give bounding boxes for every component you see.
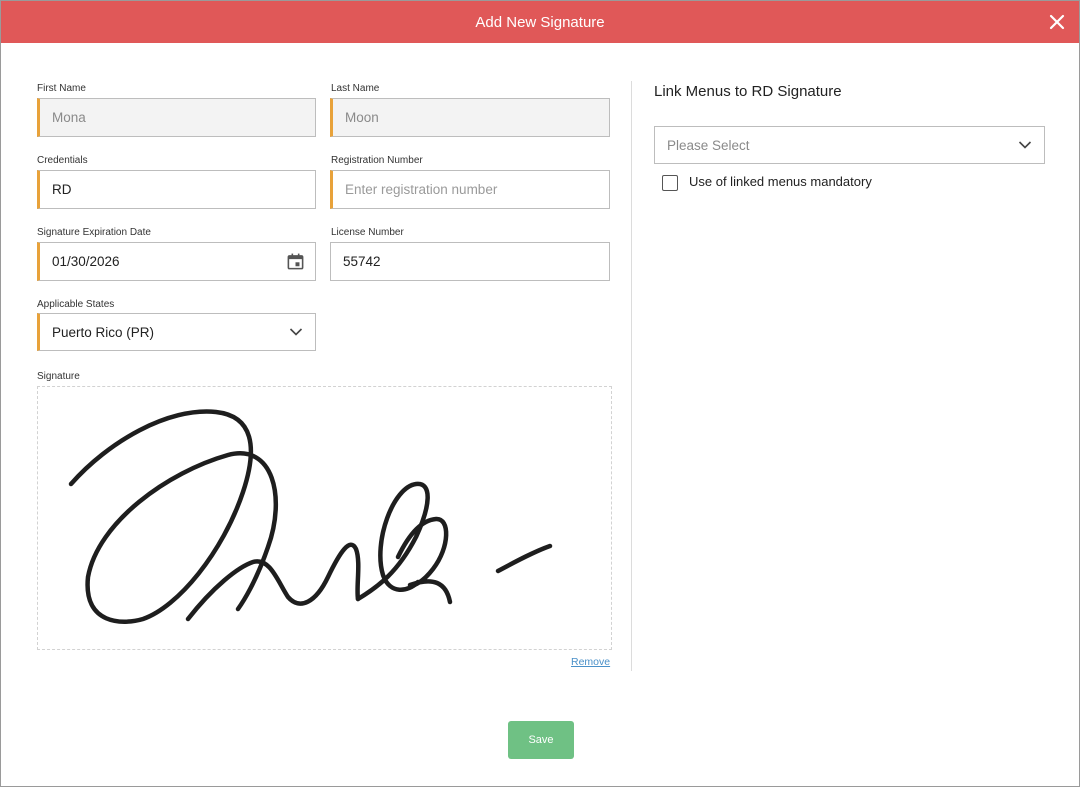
registration-number-input[interactable] (345, 182, 609, 197)
license-number-label: License Number (331, 227, 404, 238)
signature-pad[interactable] (37, 386, 612, 650)
applicable-states-select[interactable]: Puerto Rico (PR) (37, 313, 316, 351)
modal-header: Add New Signature (1, 1, 1079, 43)
signature-label: Signature (37, 371, 80, 382)
last-name-input (345, 110, 609, 125)
license-number-input[interactable] (343, 254, 609, 269)
modal-title: Add New Signature (475, 13, 605, 31)
link-menus-select[interactable]: Please Select (654, 126, 1045, 164)
link-menus-placeholder: Please Select (667, 137, 750, 153)
signature-drawing (68, 409, 553, 624)
first-name-input (52, 110, 315, 125)
signature-expiration-date-input[interactable] (52, 254, 315, 269)
credentials-input[interactable] (52, 182, 315, 197)
signature-expiration-date-field[interactable] (37, 242, 316, 281)
close-icon[interactable] (1047, 12, 1067, 32)
add-signature-modal: Add New Signature First Name Last Name C… (0, 0, 1080, 787)
column-divider (631, 81, 632, 671)
last-name-field (330, 98, 610, 137)
calendar-icon[interactable] (286, 252, 305, 271)
chevron-down-icon (289, 328, 303, 336)
first-name-label: First Name (37, 83, 86, 94)
link-menus-title: Link Menus to RD Signature (654, 83, 842, 100)
credentials-field[interactable] (37, 170, 316, 209)
first-name-field (37, 98, 316, 137)
registration-number-label: Registration Number (331, 155, 423, 166)
linked-menus-mandatory-checkbox[interactable] (662, 175, 678, 191)
linked-menus-mandatory-label: Use of linked menus mandatory (689, 174, 872, 189)
credentials-label: Credentials (37, 155, 88, 166)
last-name-label: Last Name (331, 83, 380, 94)
applicable-states-value: Puerto Rico (PR) (52, 324, 155, 340)
registration-number-field[interactable] (330, 170, 610, 209)
license-number-field[interactable] (330, 242, 610, 281)
signature-expiration-date-label: Signature Expiration Date (37, 227, 151, 238)
remove-signature-link[interactable]: Remove (571, 656, 610, 668)
save-button[interactable]: Save (508, 721, 574, 759)
chevron-down-icon (1018, 141, 1032, 149)
applicable-states-label: Applicable States (37, 299, 115, 310)
